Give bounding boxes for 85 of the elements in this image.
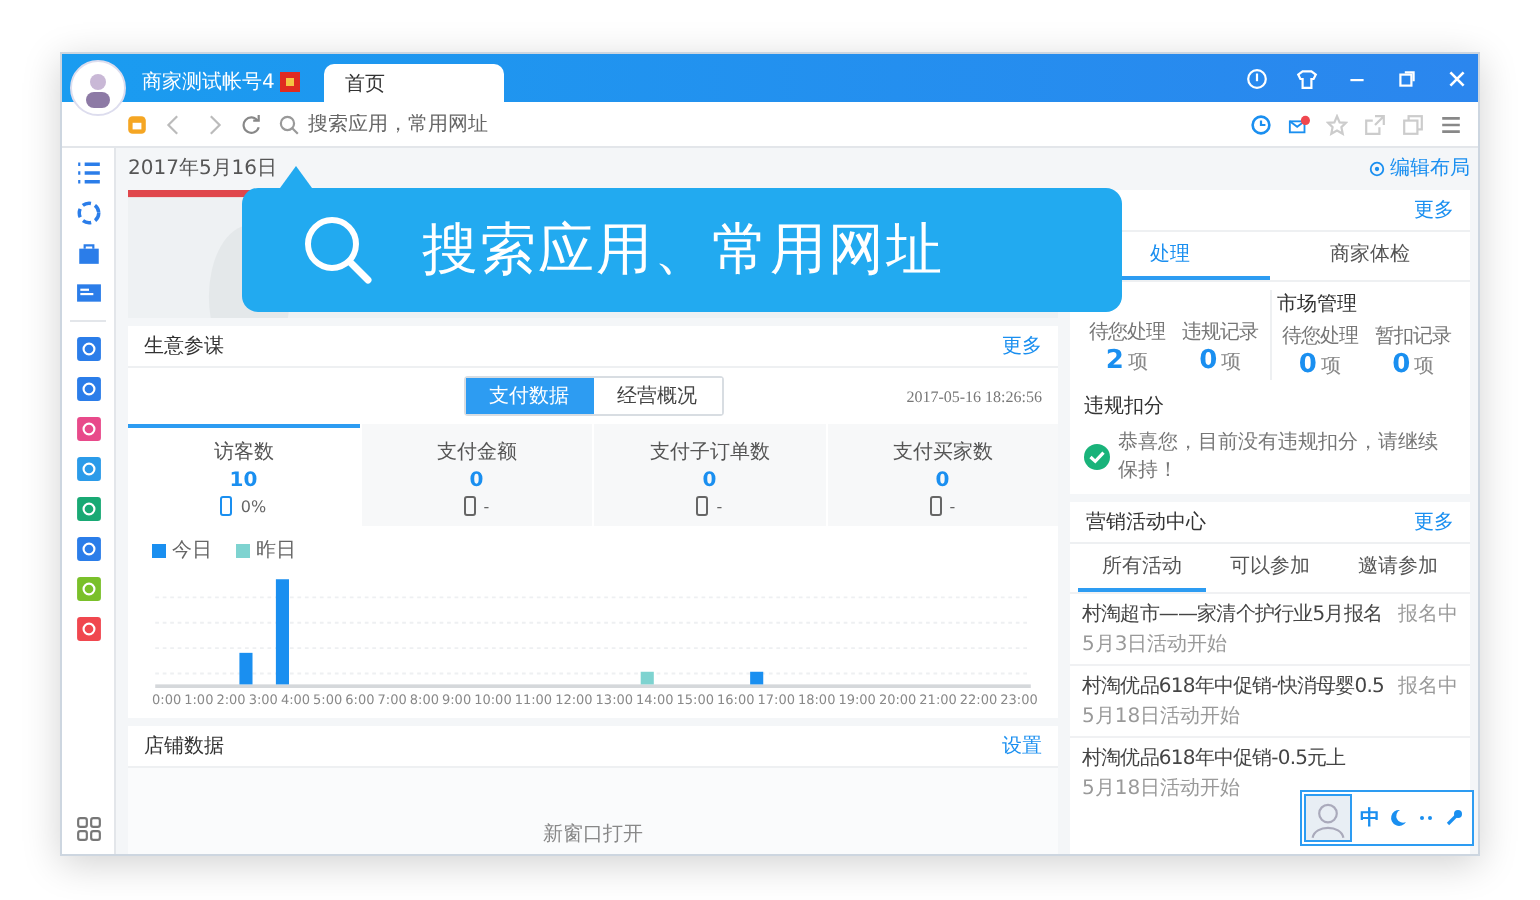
legend-label: 今日 <box>172 538 212 564</box>
app-icon[interactable] <box>75 496 101 522</box>
activity-date: 5月3日活动开始 <box>1082 632 1230 658</box>
app-icon[interactable] <box>75 576 101 602</box>
phone-icon <box>463 496 476 516</box>
metric-value: 0 <box>935 470 950 492</box>
stat-label: 待您处理 <box>1088 319 1165 346</box>
bag-icon[interactable] <box>75 240 101 266</box>
app-icon[interactable] <box>75 456 101 482</box>
bar <box>239 652 253 685</box>
phone-icon <box>929 496 942 516</box>
bar <box>640 671 654 685</box>
card-icon[interactable] <box>75 280 101 306</box>
menu-icon[interactable] <box>1440 113 1462 135</box>
activity-date: 5月18日活动开始 <box>1082 704 1243 730</box>
stat-value: 0 <box>1392 350 1411 380</box>
legend-label: 昨日 <box>256 538 296 564</box>
stat-label: 违规记录 <box>1182 319 1259 346</box>
shirt-icon[interactable] <box>1296 68 1318 90</box>
activity-date: 5月18日活动开始 <box>1082 776 1243 802</box>
metric-value: 0 <box>702 470 717 492</box>
status-message: 恭喜您，目前没有违规扣分，请继续保持！ <box>1118 429 1440 484</box>
stat-unit: 项 <box>1127 350 1148 376</box>
metric-change: - <box>949 497 956 515</box>
metric-tile[interactable]: 支付金额 0 - <box>361 424 592 526</box>
app-icon[interactable] <box>75 536 101 562</box>
stat-label: 暂扣记录 <box>1375 323 1452 350</box>
phone-icon <box>220 496 233 516</box>
timestamp: 2017-05-16 18:26:56 <box>906 387 1042 405</box>
metric-value: 0 <box>469 470 484 492</box>
metric-label: 支付买家数 <box>892 439 993 466</box>
app-icon[interactable] <box>75 336 101 362</box>
app-icon[interactable] <box>75 376 101 402</box>
badge-icon <box>280 72 301 92</box>
section-title: 营销活动中心 <box>1086 509 1206 536</box>
gear-icon <box>1368 159 1386 177</box>
tooltip: 搜索应用、常用网址 <box>242 188 1122 312</box>
metric-label: 支付子订单数 <box>649 439 770 466</box>
restore-icon[interactable] <box>1396 68 1418 90</box>
metric-tile[interactable]: 支付子订单数 0 - <box>594 424 825 526</box>
metric-change: - <box>716 497 723 515</box>
status-label: 报名中 <box>1398 673 1458 702</box>
metric-tile[interactable]: 支付买家数 0 - <box>827 424 1058 526</box>
close-icon[interactable] <box>1446 68 1468 90</box>
stat-value: 0 <box>1298 350 1317 380</box>
metric-label: 访客数 <box>213 439 274 466</box>
metric-label: 支付金额 <box>436 439 517 466</box>
home-icon[interactable] <box>126 113 148 135</box>
grid-icon[interactable] <box>75 816 101 842</box>
status-label: 报名中 <box>1398 601 1458 630</box>
metric-change: - <box>483 497 490 515</box>
activity-title[interactable]: 村淘优品618年中促销-0.5元上 <box>1082 744 1346 772</box>
page-tab[interactable]: 首页 <box>324 64 505 102</box>
metric-change: 0% <box>240 497 267 515</box>
refresh-icon[interactable] <box>240 113 262 135</box>
activity-title[interactable]: 村淘超市——家清个护行业5月报名 <box>1082 600 1382 628</box>
stat-label: 待您处理 <box>1281 323 1358 350</box>
bar <box>750 671 764 685</box>
stat-value: 0 <box>1199 346 1218 376</box>
app-icon[interactable] <box>75 416 101 442</box>
open-link[interactable]: 新窗口打开 <box>543 820 643 848</box>
stat-value: 2 <box>1105 346 1124 376</box>
phone-icon <box>696 496 709 516</box>
app-icon[interactable] <box>75 616 101 642</box>
stat-unit: 项 <box>1221 350 1242 376</box>
mail-icon[interactable] <box>1288 113 1310 135</box>
history-icon[interactable] <box>1250 113 1272 135</box>
avatar[interactable] <box>70 60 126 116</box>
cycle-icon[interactable] <box>75 200 101 226</box>
bar <box>275 579 289 685</box>
stat-unit: 项 <box>1414 354 1435 380</box>
section-title: 生意参谋 <box>144 333 224 360</box>
avatar-icon[interactable] <box>1304 794 1352 842</box>
search-icon <box>278 113 300 135</box>
group-title: 违规扣分 <box>1082 393 1166 422</box>
moon-icon[interactable] <box>1388 808 1408 828</box>
list-icon[interactable] <box>75 160 101 186</box>
group-title: 市场管理 <box>1277 291 1359 318</box>
date-text: 2017年5月16日 <box>128 156 278 182</box>
star-icon[interactable] <box>1326 113 1348 135</box>
metric-value: 10 <box>229 470 258 492</box>
stat-unit: 项 <box>1320 354 1341 380</box>
check-icon <box>1084 443 1110 469</box>
section-title: 店铺数据 <box>144 733 224 760</box>
activity-title[interactable]: 村淘优品618年中促销-快消母婴0.5 <box>1082 672 1384 700</box>
